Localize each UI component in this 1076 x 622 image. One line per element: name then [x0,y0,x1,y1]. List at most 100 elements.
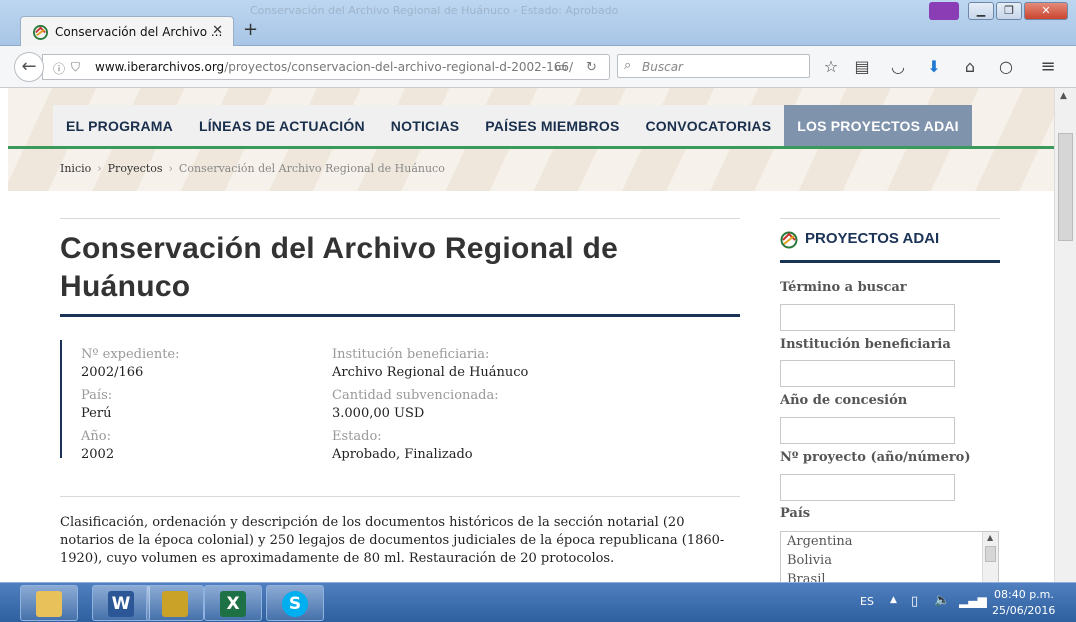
info-icon[interactable]: ⓘ [53,60,65,77]
url-bar[interactable]: ⓘ ⛉ www.iberarchivos.org/proyectos/conse… [42,54,610,80]
scroll-up-icon[interactable]: ▲ [987,533,993,542]
menu-lineas-de-actuacion[interactable]: LÍNEAS DE ACTUACIÓN [185,105,378,147]
breadcrumb-section[interactable]: Proyectos [108,162,163,175]
url-path: /proyectos/conservacion-del-archivo-regi… [224,60,574,74]
meta-accent-bar [60,340,62,458]
bookmarks-menu-icon[interactable]: ▤ [851,56,873,78]
language-indicator[interactable]: ES [860,595,874,608]
cantidad-label: Cantidad subvencionada: [332,388,499,403]
country-option[interactable]: Argentina [781,532,998,551]
estado-value: Aprobado, Finalizado [332,447,473,462]
anio-label: Año: [81,429,111,444]
downloads-icon[interactable]: ⬇ [923,56,945,78]
expediente-value: 2002/166 [81,365,144,380]
window-close-button[interactable]: ✕ [1024,2,1068,20]
tracking-shield-icon[interactable]: ⛉ [71,60,80,75]
tab-close-icon[interactable]: ✕ [212,23,223,38]
clock-time[interactable]: 08:40 p.m. [994,588,1054,601]
taskbar-word[interactable]: W [92,585,150,621]
page-content: EL PROGRAMA LÍNEAS DE ACTUACIÓN NOTICIAS… [0,88,1054,582]
menu-los-proyectos-adai[interactable]: LOS PROYECTOS ADAI [784,105,972,147]
breadcrumb-separator: › [97,162,102,175]
pais-label: País: [81,388,113,403]
institucion-value: Archivo Regional de Huánuco [332,365,529,380]
termino-label: Término a buscar [780,280,907,295]
taskbar-excel[interactable]: X [204,585,262,621]
breadcrumb: Inicio › Proyectos › Conservación del Archiv… [60,162,445,175]
pais-filter-label: País [780,506,811,521]
list-scrollbar[interactable]: ▲ [982,532,998,582]
taskbar-skype[interactable]: S [266,585,324,621]
title-underline [60,314,740,317]
window-title: Conservación del Archivo Regional de Huá… [250,4,619,17]
termino-input[interactable] [780,304,955,331]
tab-title: Conservación del Archivo ... [55,25,223,39]
pais-value: Perú [81,406,112,421]
browser-titlebar: Conservación del Archivo Regional de Huá… [0,0,1076,47]
maximize-button[interactable]: ❐ [996,2,1022,20]
home-icon[interactable]: ⌂ [959,56,981,78]
sidebar-title: PROYECTOS ADAI [805,230,940,247]
menu-paises-miembros[interactable]: PAÍSES MIEMBROS [472,105,633,147]
volume-icon[interactable]: 🔈 [934,593,950,608]
network-icon[interactable]: ▯ [911,594,918,609]
minimize-button[interactable]: ▁ [968,2,994,20]
sidebar-title-underline [780,260,1000,263]
main-menu: EL PROGRAMA LÍNEAS DE ACTUACIÓN NOTICIAS… [53,105,972,147]
page-scrollbar[interactable]: ▲ [1054,88,1076,582]
clock-date[interactable]: 25/06/2016 [992,604,1055,617]
anio-value: 2002 [81,447,115,462]
hamburger-menu-icon[interactable]: ≡ [1037,56,1059,78]
menu-noticias[interactable]: NOTICIAS [377,105,473,147]
lock-icon [162,591,188,617]
proyecto-filter-label: Nº proyecto (año/número) [780,450,971,465]
breadcrumb-current: Conservación del Archivo Regional de Huá… [178,162,445,175]
estado-label: Estado: [332,429,382,444]
breadcrumb-home[interactable]: Inicio [60,162,91,175]
institucion-input[interactable] [780,360,955,387]
url-text[interactable]: www.iberarchivos.org/proyectos/conservac… [95,60,573,74]
project-description: Clasificación, ordenación y descripción … [60,515,725,566]
url-domain: www.iberarchivos.org [95,60,225,74]
divider [60,218,740,219]
country-option[interactable]: Brasil [781,570,998,582]
adai-logo-icon [780,231,798,249]
proyecto-input[interactable] [780,474,955,501]
reload-icon[interactable]: ↻ [586,60,597,75]
expediente-label: Nº expediente: [81,347,180,362]
chat-bubble-icon[interactable]: ○ [995,56,1017,78]
back-button[interactable]: ← [14,52,44,82]
site-favicon-icon [33,25,48,40]
anio-input[interactable] [780,417,955,444]
taskbar-explorer[interactable] [20,585,78,621]
skype-icon: S [282,591,308,617]
word-icon: W [108,591,134,617]
signal-icon[interactable]: ▂▄▆ [959,594,987,608]
search-input[interactable]: ⌕ Buscar [617,54,810,78]
menu-convocatorias[interactable]: CONVOCATORIAS [632,105,785,147]
list-scroll-thumb[interactable] [985,546,996,562]
breadcrumb-separator: › [168,162,173,175]
anio-filter-label: Año de concesión [780,393,908,408]
private-browsing-icon [929,2,959,20]
back-arrow-icon: ← [21,56,37,77]
folder-icon [36,591,62,617]
scroll-up-icon[interactable]: ▲ [1060,91,1067,101]
menu-el-programa[interactable]: EL PROGRAMA [53,105,186,147]
browser-navbar: ⓘ ⛉ www.iberarchivos.org/proyectos/conse… [0,46,1076,88]
page-scroll-thumb[interactable] [1058,133,1073,241]
pocket-icon[interactable]: ◡ [887,56,909,78]
divider [60,496,740,497]
new-tab-button[interactable]: + [243,19,258,40]
taskbar-security[interactable] [146,585,204,621]
pais-select[interactable]: Argentina Bolivia Brasil ▲ [780,531,999,582]
reader-view-icon[interactable]: ▭ [555,60,567,75]
show-hidden-icons-icon[interactable]: ▲ [890,595,897,605]
bookmark-star-icon[interactable]: ☆ [820,56,842,78]
excel-icon: X [220,591,246,617]
browser-tab[interactable]: Conservación del Archivo ... ✕ [20,16,234,47]
menu-underline [8,146,1054,149]
country-option[interactable]: Bolivia [781,551,998,570]
page-title: Conservación del Archivo Regional de Huá… [60,232,619,303]
cantidad-value: 3.000,00 USD [332,406,425,421]
